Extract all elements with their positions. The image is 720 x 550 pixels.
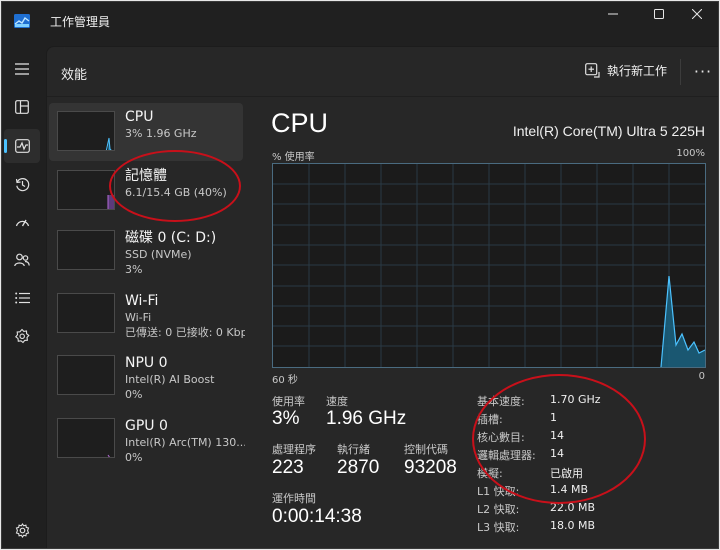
- run-new-task-label: 執行新工作: [607, 64, 668, 78]
- resource-detail: Intel(R) Arc(TM) 130...: [125, 436, 245, 449]
- wifi-thumbnail: [57, 293, 115, 333]
- graph-time-label: 60 秒: [272, 375, 298, 386]
- resource-name: GPU 0: [125, 418, 168, 434]
- nav-performance[interactable]: [4, 129, 40, 163]
- maximize-icon: [654, 9, 664, 19]
- page-title: 效能: [61, 68, 88, 83]
- usage-axis-label: % 使用率: [272, 152, 315, 163]
- services-icon: [15, 328, 30, 344]
- app-history-icon: [15, 177, 29, 191]
- nav-rail: [2, 40, 42, 548]
- speed-value: 1.96 GHz: [326, 408, 407, 429]
- resource-detail: SSD (NVMe): [125, 248, 192, 261]
- gpu-thumbnail: [57, 418, 115, 458]
- disk-thumbnail: [57, 230, 115, 270]
- nav-startup-apps[interactable]: [4, 205, 40, 239]
- title-bar: 工作管理員: [2, 2, 718, 40]
- nav-processes[interactable]: [4, 90, 40, 124]
- resource-name: 磁碟 0 (C: D:): [125, 230, 217, 246]
- uptime-value: 0:00:14:38: [272, 506, 362, 527]
- resource-name: CPU: [125, 109, 154, 125]
- nav-settings[interactable]: [4, 513, 40, 547]
- resource-usage: 3%: [125, 263, 143, 276]
- resource-detail: 3% 1.96 GHz: [125, 127, 197, 140]
- resource-usage: 0%: [125, 388, 143, 401]
- settings-icon: [15, 522, 29, 538]
- resource-usage: 0%: [125, 451, 143, 464]
- memory-thumbnail: [57, 170, 115, 210]
- cpu-usage-graph: [272, 163, 706, 368]
- performance-icon: [14, 139, 30, 153]
- cpu-thumbnail: [57, 111, 115, 151]
- threads-label: 執行緒: [337, 443, 370, 456]
- task-manager-app-icon: [14, 14, 30, 28]
- speed-label: 速度: [326, 395, 348, 408]
- detail-title: CPU: [271, 108, 329, 138]
- nav-details[interactable]: [4, 281, 40, 315]
- resource-name: Wi-Fi: [125, 293, 159, 309]
- minimize-icon: [608, 13, 618, 15]
- nav-app-history[interactable]: [4, 167, 40, 201]
- resource-npu[interactable]: NPU 0 Intel(R) AI Boost 0%: [49, 349, 243, 407]
- window-title: 工作管理員: [50, 15, 111, 29]
- resource-cpu[interactable]: CPU 3% 1.96 GHz: [49, 103, 243, 161]
- graph-zero-label: 0: [698, 371, 705, 382]
- threads-value: 2870: [337, 457, 380, 478]
- usage-axis-max: 100%: [676, 148, 705, 159]
- menu-icon: [15, 63, 29, 75]
- spec-key: L2 快取:: [477, 503, 520, 516]
- resource-usage: 已傳送: 0 已接收: 0 Kbps: [125, 326, 245, 339]
- cpu-model: Intel(R) Core(TM) Ultra 5 225H: [512, 123, 705, 139]
- nav-menu-button[interactable]: [4, 52, 40, 86]
- processes-value: 223: [272, 457, 304, 478]
- task-manager-window: 工作管理員 效能 執行新工作 ··· CPU 3% 1.96 GHz 記憶體 6…: [1, 1, 719, 549]
- run-new-task-button[interactable]: 執行新工作: [585, 62, 667, 79]
- resource-gpu[interactable]: GPU 0 Intel(R) Arc(TM) 130... 0%: [49, 412, 245, 470]
- details-icon: [14, 292, 30, 304]
- minimize-button[interactable]: [590, 2, 636, 26]
- header-separator: [47, 96, 718, 97]
- spec-key: L3 快取:: [477, 521, 520, 534]
- uptime-label: 運作時間: [272, 492, 316, 505]
- close-button[interactable]: [674, 2, 718, 26]
- specs-highlight-annotation: [472, 374, 646, 504]
- resource-disk[interactable]: 磁碟 0 (C: D:) SSD (NVMe) 3%: [49, 224, 243, 282]
- nav-services[interactable]: [4, 319, 40, 353]
- spec-value: 18.0 MB: [550, 519, 596, 532]
- nav-users[interactable]: [4, 243, 40, 277]
- toolbar-divider: [680, 59, 681, 85]
- more-options-button[interactable]: ···: [689, 60, 717, 82]
- users-icon: [14, 253, 30, 267]
- resource-wifi[interactable]: Wi-Fi Wi-Fi 已傳送: 0 已接收: 0 Kbps: [49, 287, 245, 345]
- handles-value: 93208: [404, 457, 457, 478]
- resource-name: NPU 0: [125, 355, 168, 371]
- utilization-value: 3%: [272, 408, 300, 429]
- memory-highlight-annotation: [109, 150, 241, 222]
- handles-label: 控制代碼: [404, 443, 448, 456]
- npu-thumbnail: [57, 355, 115, 395]
- processes-icon: [15, 100, 29, 114]
- utilization-label: 使用率: [272, 395, 305, 408]
- resource-detail: Intel(R) AI Boost: [125, 373, 215, 386]
- run-task-icon: [585, 63, 600, 78]
- resource-detail: Wi-Fi: [125, 311, 152, 324]
- close-icon: [692, 9, 702, 19]
- processes-label: 處理程序: [272, 443, 316, 456]
- startup-apps-icon: [15, 219, 29, 227]
